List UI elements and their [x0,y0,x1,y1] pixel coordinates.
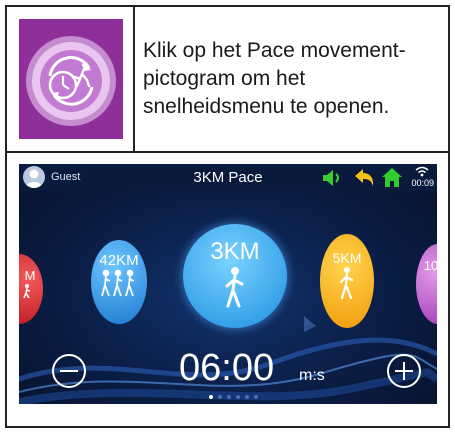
status-bar: Guest 3KM Pace 00:09 [19,164,437,191]
preset-5km[interactable]: 5KM [320,234,374,328]
home-icon[interactable] [381,167,403,188]
runner-icon-small [339,267,354,300]
preset-3km-label: 3KM [210,238,260,265]
page-indicator [209,395,269,401]
pace-movement-icon[interactable] [19,19,123,139]
preset-partial-left-label: M [24,268,36,283]
icon-cell [7,7,135,151]
increase-pace-button[interactable] [387,354,421,388]
screenshot-row: Guest 3KM Pace 00:09 M 42KM 3KM 5KM 10 0… [7,153,448,426]
preset-partial-right-label: 10 [423,258,437,273]
page-dot[interactable] [209,395,213,399]
runners-icon [23,284,31,299]
preset-42km-label: 42KM [99,252,139,269]
pace-value: 06:00 [179,347,275,389]
back-icon[interactable] [353,168,375,188]
page-dot[interactable] [245,395,249,399]
pace-unit: m:s [299,367,325,384]
preset-3km[interactable]: 3KM [183,224,287,328]
page-dot[interactable] [236,395,240,399]
instruction-cell: Klik op het Pace movement-pictogram om h… [135,7,448,151]
runners-group-icon [101,269,135,297]
instruction-text: Klik op het Pace movement-pictogram om h… [143,39,406,118]
speaker-icon[interactable] [321,168,345,188]
pace-menu-screen: Guest 3KM Pace 00:09 M 42KM 3KM 5KM 10 0… [19,164,437,404]
preset-5km-label: 5KM [332,250,362,266]
instruction-row: Klik op het Pace movement-pictogram om h… [7,7,448,153]
runner-icon [225,267,244,308]
pace-movement-icon-graphic [19,19,123,139]
clock-text: 00:09 [411,178,434,188]
page-dot[interactable] [227,395,231,399]
decrease-pace-button[interactable] [52,354,86,388]
page-dot[interactable] [218,395,222,399]
page-dot[interactable] [254,395,258,399]
preset-42km[interactable]: 42KM [91,240,147,324]
instruction-table: Klik op het Pace movement-pictogram om h… [5,5,450,428]
wifi-icon [415,166,429,177]
